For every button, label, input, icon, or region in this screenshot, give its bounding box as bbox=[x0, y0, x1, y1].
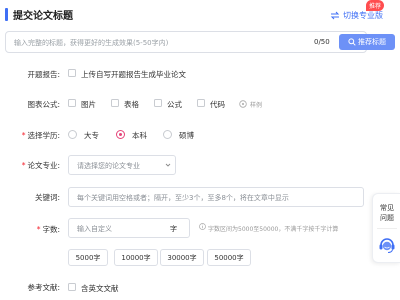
proposal-option-label: 上传自写开题报告生成毕业论文 bbox=[81, 70, 186, 79]
degree-option-associate: 大专 bbox=[84, 131, 99, 140]
recommend-badge: 推荐 bbox=[366, 0, 385, 11]
swap-icon bbox=[330, 11, 340, 20]
degree-label-text: 选择学历: bbox=[27, 131, 60, 140]
degree-option-bachelor: 本科 bbox=[132, 131, 147, 140]
keywords-input-placeholder: 每个关键词用空格或者；隔开，至少3个，至多8个，将在文章中显示 bbox=[77, 194, 289, 202]
recommend-title-button[interactable]: 推荐标题 bbox=[339, 34, 395, 50]
title-input-placeholder: 输入完整的标题，获得更好的生成效果(5-50字内) bbox=[14, 39, 169, 47]
page-title: 提交论文标题 bbox=[13, 11, 73, 22]
preset-5000-button[interactable]: 5000字 bbox=[68, 249, 108, 266]
faq-button[interactable]: 常见问题 bbox=[373, 203, 400, 223]
customer-service-icon[interactable] bbox=[378, 235, 396, 255]
word-count-placeholder: 输入自定义 bbox=[77, 225, 112, 233]
info-icon bbox=[199, 223, 206, 230]
search-icon bbox=[348, 38, 356, 46]
degree-radio-bachelor[interactable] bbox=[116, 130, 125, 139]
image-checkbox[interactable] bbox=[68, 99, 76, 107]
major-label: * 论文专业: bbox=[21, 161, 60, 170]
word-count-hint: 字数区间为5000至50000，不满千字按千字计算 bbox=[208, 226, 339, 233]
degree-label: * 选择学历: bbox=[21, 131, 60, 140]
title-char-count: 0/50 bbox=[314, 38, 330, 46]
header: 提交论文标题 切换专业版 推荐 bbox=[0, 0, 400, 30]
preset-30000-button[interactable]: 30000字 bbox=[160, 249, 204, 266]
table-checkbox[interactable] bbox=[111, 99, 119, 107]
faq-label: 常见问题 bbox=[380, 204, 394, 222]
side-help-panel: 常见问题 bbox=[372, 193, 400, 263]
major-select[interactable]: 请选择您的论文专业 bbox=[68, 155, 176, 175]
side-divider bbox=[377, 228, 397, 229]
image-option-label: 图片 bbox=[81, 100, 96, 109]
major-select-placeholder: 请选择您的论文专业 bbox=[77, 162, 140, 170]
reference-label: 参考文献: bbox=[27, 283, 60, 292]
keywords-input[interactable]: 每个关键词用空格或者；隔开，至少3个，至多8个，将在文章中显示 bbox=[68, 187, 364, 207]
table-option-label: 表格 bbox=[124, 100, 139, 109]
switch-pro-label: 切换专业版 bbox=[343, 11, 383, 20]
code-checkbox[interactable] bbox=[197, 99, 205, 107]
title-input[interactable]: 输入完整的标题，获得更好的生成效果(5-50字内) 0/50 bbox=[5, 31, 367, 53]
code-option-label: 代码 bbox=[210, 100, 225, 109]
switch-pro-button[interactable]: 切换专业版 bbox=[330, 10, 383, 21]
degree-radio-associate[interactable] bbox=[68, 130, 77, 139]
proposal-checkbox[interactable] bbox=[68, 69, 76, 77]
keywords-label: 关键词: bbox=[34, 193, 60, 202]
formula-checkbox[interactable] bbox=[154, 99, 162, 107]
word-count-input[interactable]: 输入自定义 字 bbox=[68, 218, 190, 238]
preset-10000-button[interactable]: 10000字 bbox=[114, 249, 158, 266]
proposal-label: 开题报告: bbox=[27, 70, 60, 79]
example-link[interactable]: 样例 bbox=[250, 100, 262, 109]
recommend-title-label: 推荐标题 bbox=[358, 38, 386, 46]
word-count-unit: 字 bbox=[170, 225, 177, 233]
major-label-text: 论文专业: bbox=[27, 161, 60, 170]
degree-option-master: 硕博 bbox=[179, 131, 194, 140]
charts-label: 图表公式: bbox=[27, 100, 60, 109]
word-count-label-text: 字数: bbox=[42, 225, 60, 234]
english-reference-option-label: 含英文文献 bbox=[81, 284, 119, 293]
word-count-label: * 字数: bbox=[36, 225, 60, 234]
example-icon[interactable] bbox=[239, 100, 247, 108]
english-reference-checkbox[interactable] bbox=[68, 283, 76, 291]
preset-50000-button[interactable]: 50000字 bbox=[207, 249, 251, 266]
title-accent-bar bbox=[5, 8, 8, 21]
formula-option-label: 公式 bbox=[167, 100, 182, 109]
chevron-down-icon bbox=[165, 163, 171, 167]
degree-radio-master[interactable] bbox=[163, 130, 172, 139]
